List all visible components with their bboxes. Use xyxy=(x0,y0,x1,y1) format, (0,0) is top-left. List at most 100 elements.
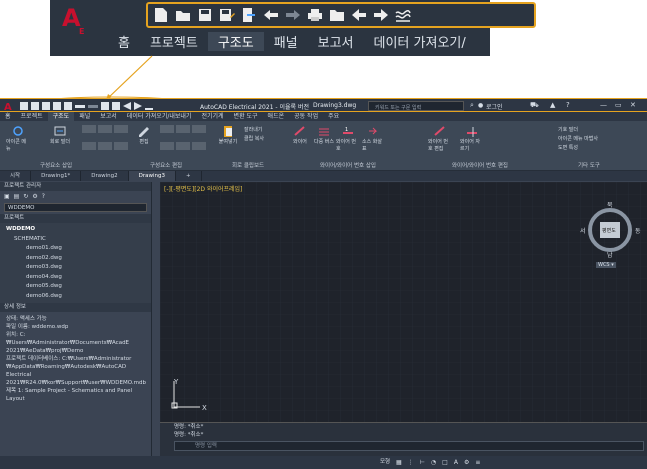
drawing-properties-button[interactable]: 도면 특성 xyxy=(558,144,578,151)
redo-icon[interactable] xyxy=(284,6,302,24)
paste-button[interactable]: 붙여넣기 xyxy=(216,125,240,145)
model-tab[interactable]: 모형 xyxy=(380,458,390,466)
zoom-tab-reports[interactable]: 보고서 xyxy=(308,32,364,51)
back-icon[interactable] xyxy=(123,102,131,110)
folder-icon[interactable] xyxy=(112,102,120,110)
tab-addons[interactable]: 애드온 xyxy=(263,112,290,121)
tab-panel[interactable]: 패널 xyxy=(74,112,95,121)
undo-icon[interactable] xyxy=(262,6,280,24)
zoom-tab-panel[interactable]: 패널 xyxy=(264,32,308,51)
tab-featured[interactable]: 주요 xyxy=(323,112,344,121)
cut-button[interactable]: 잘라내기 xyxy=(244,126,262,133)
tool-icon[interactable] xyxy=(82,125,96,133)
tree-file[interactable]: demo05.dwg xyxy=(6,282,145,292)
edit-button[interactable]: 편집 xyxy=(132,125,156,145)
tree-file[interactable]: demo06.dwg xyxy=(6,292,145,302)
viewcube[interactable]: 북 남 동 서 평면도 WCS ▾ xyxy=(580,202,641,272)
app-logo-small[interactable]: A xyxy=(3,100,17,112)
compass-south[interactable]: 남 xyxy=(607,250,613,259)
login-link[interactable]: 로그인 xyxy=(486,102,503,111)
search-icon[interactable]: ⌕ xyxy=(470,101,474,110)
new-project-icon[interactable]: ▤ xyxy=(14,193,20,201)
tool-icon[interactable] xyxy=(160,142,174,150)
doc-tab-start[interactable]: 시작 xyxy=(0,171,32,181)
tab-home[interactable]: 홈 xyxy=(0,112,16,121)
open-icon[interactable] xyxy=(31,102,39,110)
tree-folder[interactable]: SCHEMATIC xyxy=(6,235,145,245)
back-icon[interactable] xyxy=(350,6,368,24)
panel-insert-components[interactable]: 구성요소 삽입 xyxy=(40,161,72,169)
osnap-icon[interactable]: □ xyxy=(442,459,448,466)
save-as-icon[interactable] xyxy=(53,102,61,110)
tree-project-root[interactable]: WDDEMO xyxy=(6,225,145,235)
tool-icon[interactable] xyxy=(98,142,112,150)
circuit-builder-button[interactable]: 회로 빌더 xyxy=(48,125,72,145)
open-project-icon[interactable]: ▣ xyxy=(4,193,10,201)
wire-number-edit-button[interactable]: 와이어 번호 편집 xyxy=(428,125,452,152)
zoom-tab-home[interactable]: 홈 xyxy=(108,32,140,51)
help-icon[interactable]: ? xyxy=(566,101,570,109)
view-label[interactable]: [-][-평면도][2D 와이어프레임] xyxy=(164,184,242,193)
tool-icon[interactable] xyxy=(192,142,206,150)
wire-number-button[interactable]: 1 와이어 번호 xyxy=(336,125,360,152)
panel-insert-wires[interactable]: 와이어/와이어 번호 삽입 xyxy=(320,161,376,169)
refresh-icon[interactable]: ↻ xyxy=(23,193,28,201)
ortho-icon[interactable]: ⊢ xyxy=(420,459,425,466)
save-as-icon[interactable] xyxy=(218,6,236,24)
polar-icon[interactable]: ◔ xyxy=(431,459,436,466)
restore-button[interactable]: ▭ xyxy=(615,101,622,109)
compass-west[interactable]: 서 xyxy=(580,226,586,235)
tool-icon[interactable] xyxy=(82,142,96,150)
doc-tab-drawing3[interactable]: Drawing3 xyxy=(128,171,176,181)
tab-electromechanical[interactable]: 전기기계 xyxy=(196,112,228,121)
tool-icon[interactable] xyxy=(192,125,206,133)
tree-file[interactable]: demo01.dwg xyxy=(6,244,145,254)
grid-icon[interactable]: ▦ xyxy=(396,459,402,466)
viewcube-top[interactable]: 평면도 xyxy=(602,227,616,234)
tab-schematic[interactable]: 구조도 xyxy=(47,112,75,121)
tool-icon[interactable] xyxy=(176,125,190,133)
new-icon[interactable] xyxy=(20,102,28,110)
multi-bus-button[interactable]: 다중 버스 xyxy=(312,125,336,145)
print-icon[interactable] xyxy=(306,6,324,24)
doc-tab-drawing2[interactable]: Drawing2 xyxy=(81,171,129,181)
tool-icon[interactable] xyxy=(114,125,128,133)
new-icon[interactable] xyxy=(152,6,170,24)
panel-clipboard[interactable]: 회로 클립보드 xyxy=(232,161,264,169)
save-icon[interactable] xyxy=(42,102,50,110)
publish-icon[interactable] xyxy=(64,102,72,110)
project-select[interactable]: WDDEMO xyxy=(4,203,147,212)
close-button[interactable]: ✕ xyxy=(630,101,636,109)
icon-menu-wizard-button[interactable]: 아이콘 메뉴 마법사 xyxy=(558,135,598,142)
panel-other-tools[interactable]: 기타 도구 xyxy=(578,161,600,169)
zoom-tab-import-export[interactable]: 데이터 가져오기/ xyxy=(364,32,476,51)
tool-icon[interactable] xyxy=(160,125,174,133)
print-icon[interactable] xyxy=(101,102,109,110)
forward-icon[interactable] xyxy=(372,6,390,24)
tool-icon[interactable] xyxy=(176,142,190,150)
user-icon[interactable]: ● xyxy=(478,102,483,109)
wire-button[interactable]: 와이어 xyxy=(288,125,312,145)
panel-edit-components[interactable]: 구성요소 편집 xyxy=(150,161,182,169)
tab-reports[interactable]: 보고서 xyxy=(95,112,122,121)
workspace-icon[interactable] xyxy=(145,102,153,110)
zoom-tab-project[interactable]: 프로젝트 xyxy=(140,32,208,51)
help-icon[interactable]: ? xyxy=(42,193,45,201)
customize-icon[interactable]: ≡ xyxy=(475,459,480,466)
minimize-button[interactable]: — xyxy=(600,101,607,109)
tool-icon[interactable] xyxy=(98,125,112,133)
tree-file[interactable]: demo03.dwg xyxy=(6,263,145,273)
save-icon[interactable] xyxy=(196,6,214,24)
copy-clip-button[interactable]: 클립 복사 xyxy=(244,135,264,142)
source-arrow-button[interactable]: 소스 화살표 xyxy=(362,125,386,152)
tab-conversion-tools[interactable]: 변환 도구 xyxy=(229,112,263,121)
tool-icon[interactable] xyxy=(114,142,128,150)
snap-icon[interactable]: ⋮ xyxy=(408,459,414,466)
workspace-icon[interactable] xyxy=(394,6,412,24)
tree-file[interactable]: demo02.dwg xyxy=(6,254,145,264)
tab-project[interactable]: 프로젝트 xyxy=(16,112,48,121)
new-tab-button[interactable]: + xyxy=(176,171,202,181)
compass-east[interactable]: 동 xyxy=(635,226,641,235)
wire-trim-button[interactable]: 와이어 자르기 xyxy=(460,125,484,152)
folder-icon[interactable] xyxy=(328,6,346,24)
